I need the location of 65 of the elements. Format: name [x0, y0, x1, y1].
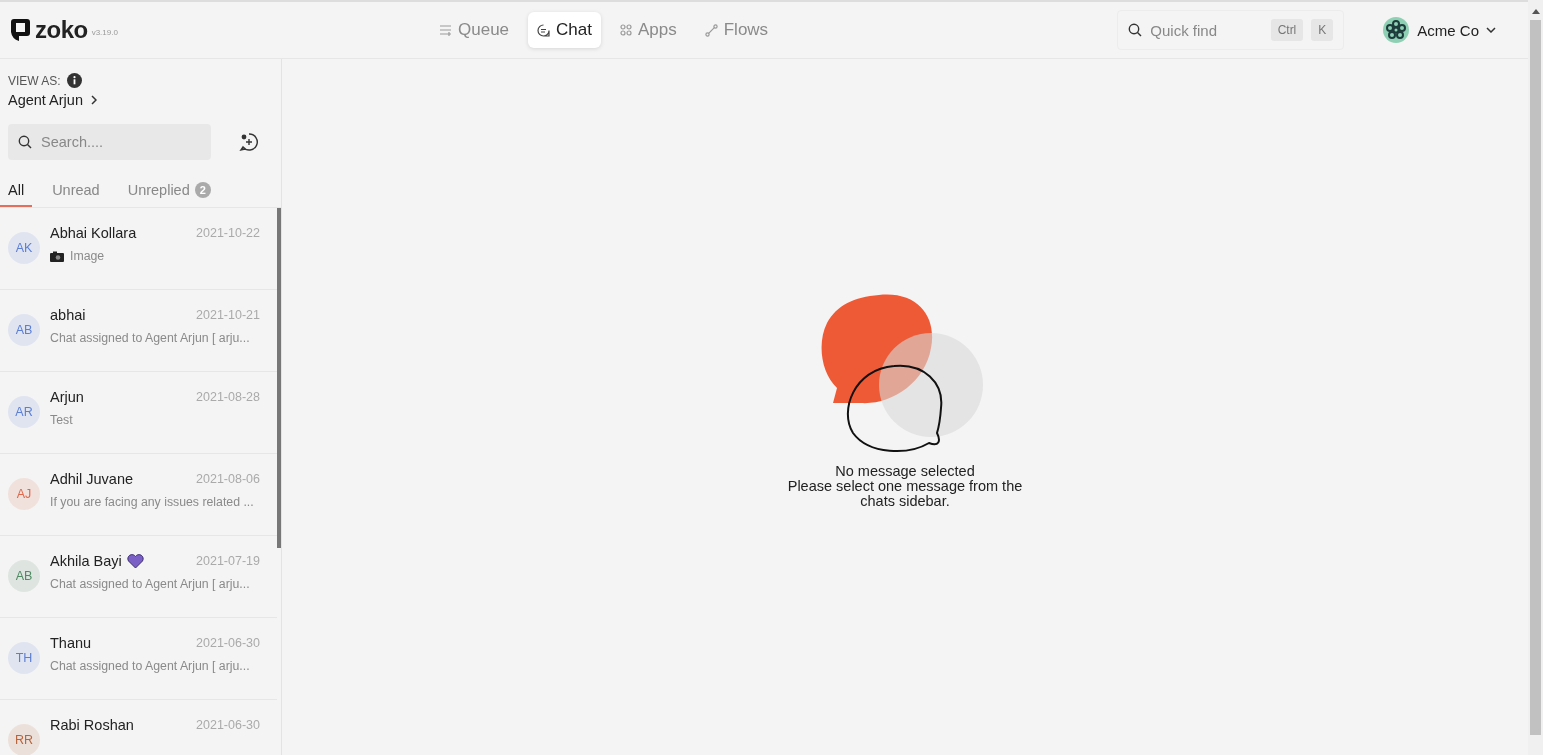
chat-list-item[interactable]: AB abhai 2021-10-21 Chat assigned to Agent Arjun [ arju... — [0, 290, 277, 372]
chat-list-item[interactable]: AJ Adhil Juvane 2021-08-06 If you are facing any issues related ... — [0, 454, 277, 536]
keyboard-key: K — [1311, 19, 1334, 41]
list-icon — [439, 24, 452, 36]
avatar: AK — [8, 232, 40, 264]
message-date: 2021-06-30 — [196, 636, 260, 650]
message-date: 2021-10-22 — [196, 226, 260, 240]
message-preview: Image — [70, 249, 105, 263]
contact-name: Adhil Juvane — [50, 471, 134, 487]
chat-list-item[interactable]: AB Akhila Bayi 2021-07-19 Chat assigned to Agent Arjun [ arju... — [0, 536, 277, 618]
chevron-right-icon — [91, 95, 97, 105]
message-date: 2021-10-21 — [196, 308, 260, 322]
avatar: AB — [8, 314, 40, 346]
contact-name: Thanu — [50, 635, 92, 651]
avatar: AR — [8, 396, 40, 428]
message-preview: Chat assigned to Agent Arjun [ arju... — [50, 577, 250, 591]
message-date: 2021-07-19 — [196, 554, 260, 568]
logo-icon — [1382, 16, 1411, 44]
info-icon[interactable] — [66, 73, 82, 88]
connector-icon — [704, 23, 718, 37]
page-scrollbar-thumb[interactable] — [1530, 20, 1541, 735]
camera-icon — [50, 250, 64, 262]
chat-list-item[interactable]: AK Abhai Kollara 2021-10-22 Image — [0, 208, 277, 290]
chevron-down-icon — [1486, 27, 1496, 33]
nav-tab[interactable]: Chat — [528, 12, 601, 48]
view-as-label: VIEW AS: — [8, 73, 61, 88]
chat-list-item[interactable]: AR Arjun 2021-08-28 Test — [0, 372, 277, 454]
message-date: 2021-08-28 — [196, 390, 260, 404]
avatar: TH — [8, 642, 40, 674]
avatar: AB — [8, 560, 40, 592]
list-scrollbar-thumb[interactable] — [277, 208, 281, 548]
agent-selector[interactable]: Agent Arjun — [8, 92, 97, 108]
message-date: 2021-08-06 — [196, 472, 260, 486]
chat-bubble-icon — [537, 23, 551, 37]
message-preview: Chat assigned to Agent Arjun [ arju... — [50, 331, 250, 345]
grid-icon — [619, 24, 632, 36]
filter-tab[interactable]: All — [0, 176, 33, 207]
chat-list-item[interactable]: RR Rabi Roshan 2021-06-30 — [0, 700, 277, 755]
scroll-up-arrow-icon[interactable] — [1531, 8, 1540, 14]
message-preview: Test — [50, 413, 73, 427]
version-label: v3.19.0 — [91, 28, 118, 37]
search-placeholder: Search.... — [41, 134, 104, 150]
avatar: RR — [8, 724, 40, 755]
keyboard-key: Ctrl — [1270, 19, 1304, 41]
quick-find-placeholder: Quick find — [1150, 21, 1218, 39]
message-preview: Chat assigned to Agent Arjun [ arju... — [50, 659, 250, 673]
avatar: AJ — [8, 478, 40, 510]
chat-plus-icon — [239, 132, 259, 152]
logo-icon — [10, 18, 31, 42]
contact-name: Akhila Bayi — [50, 553, 122, 569]
search-icon — [18, 135, 32, 149]
contact-name: Arjun — [50, 389, 84, 405]
brand-name: zoko — [35, 18, 88, 42]
empty-state-title: No message selected — [835, 463, 975, 479]
account-menu[interactable]: Acme Co — [1382, 16, 1496, 44]
message-preview: If you are facing any issues related ... — [50, 495, 254, 509]
count-badge: 2 — [194, 182, 211, 198]
contact-name: Rabi Roshan — [50, 717, 134, 733]
chat-list-item[interactable]: TH Thanu 2021-06-30 Chat assigned to Agent Arjun [ arju... — [0, 618, 277, 700]
contact-name: Abhai Kollara — [50, 225, 137, 241]
search-icon — [1128, 23, 1143, 37]
empty-state-message: Please select one message from the chats sidebar. — [786, 479, 1024, 509]
message-date: 2021-06-30 — [196, 718, 260, 732]
contact-name: abhai — [50, 307, 86, 323]
quick-find-field[interactable]: Quick find Ctrl K — [1117, 10, 1345, 50]
